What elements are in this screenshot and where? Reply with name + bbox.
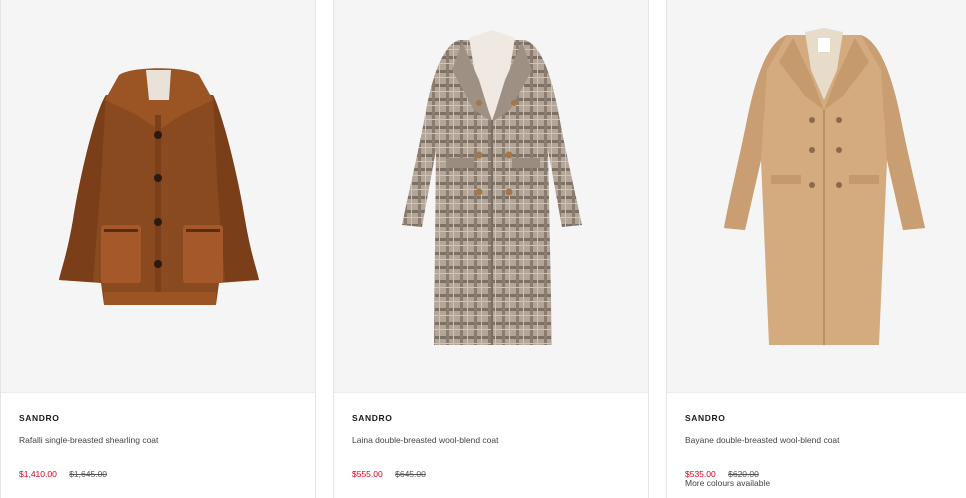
product-brand[interactable]: SANDRO bbox=[685, 413, 954, 423]
more-colours-note[interactable]: More colours available bbox=[685, 478, 770, 488]
sale-price: $555.00 bbox=[352, 469, 383, 479]
original-price: $645.00 bbox=[395, 469, 426, 479]
check-wool-coat-image bbox=[402, 30, 582, 345]
product-image[interactable] bbox=[334, 0, 648, 393]
sale-price: $1,410.00 bbox=[19, 469, 57, 479]
product-image[interactable] bbox=[1, 0, 315, 393]
product-card[interactable]: SANDRO Rafalli single-breasted shearling… bbox=[0, 0, 316, 498]
product-name[interactable]: Bayane double-breasted wool-blend coat bbox=[685, 435, 954, 445]
product-name[interactable]: Rafalli single-breasted shearling coat bbox=[19, 435, 303, 445]
product-image[interactable] bbox=[667, 0, 966, 393]
product-grid: SANDRO Rafalli single-breasted shearling… bbox=[0, 0, 966, 498]
product-prices: $555.00 $645.00 bbox=[352, 469, 426, 479]
camel-wool-coat-image bbox=[724, 28, 925, 345]
product-card[interactable]: SANDRO Bayane double-breasted wool-blend… bbox=[666, 0, 966, 498]
original-price: $1,645.00 bbox=[69, 469, 108, 479]
product-name[interactable]: Laina double-breasted wool-blend coat bbox=[352, 435, 636, 445]
product-card[interactable]: SANDRO Laina double-breasted wool-blend … bbox=[333, 0, 649, 498]
product-brand[interactable]: SANDRO bbox=[352, 413, 636, 423]
product-prices: $1,410.00 $1,645.00 bbox=[19, 469, 107, 479]
product-brand[interactable]: SANDRO bbox=[19, 413, 303, 423]
brown-shearling-coat-image bbox=[59, 68, 259, 305]
